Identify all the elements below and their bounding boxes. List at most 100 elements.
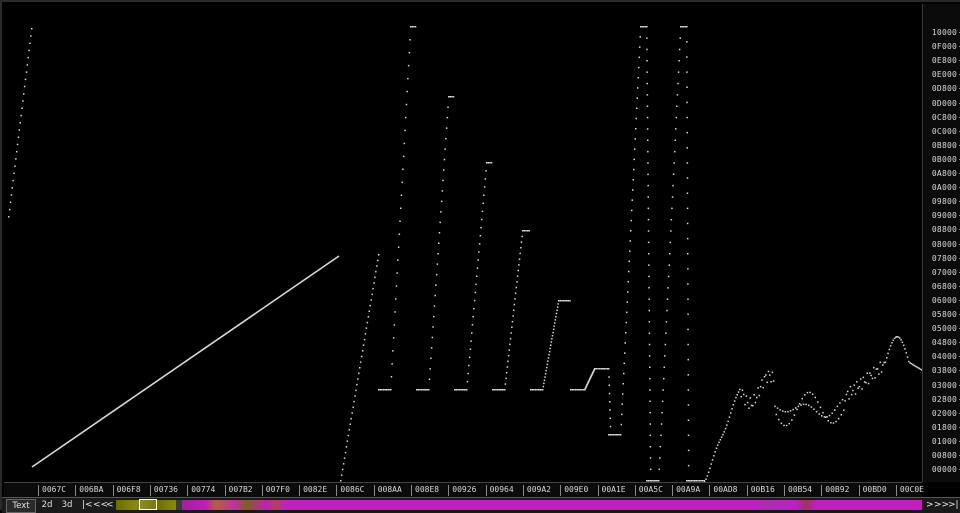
data-point: [571, 389, 574, 391]
nav-back-button[interactable]: <: [106, 499, 114, 511]
data-point: [648, 275, 650, 278]
data-point: [678, 60, 680, 62]
data-point: [422, 389, 424, 391]
data-point: [612, 434, 615, 436]
x-tick-label: 00B54: [784, 485, 812, 496]
data-point: [797, 405, 800, 408]
data-point: [507, 360, 509, 363]
2d-mode-button[interactable]: 2d: [38, 499, 56, 511]
data-point: [633, 158, 635, 161]
data-point: [648, 309, 650, 312]
data-point: [600, 368, 602, 370]
data-point: [647, 241, 650, 244]
data-point: [680, 26, 682, 28]
data-point: [379, 389, 382, 391]
data-point: [632, 189, 634, 191]
data-point: [395, 285, 398, 287]
y-tick-label: 07000: [931, 267, 960, 277]
data-point: [624, 352, 626, 354]
nav-forward-fast-button[interactable]: >>: [934, 499, 949, 511]
data-point: [763, 376, 766, 378]
y-tick-label: 09800: [931, 197, 960, 207]
data-point: [378, 254, 380, 256]
data-point: [856, 381, 858, 383]
x-tick-label: 0067C: [38, 485, 66, 496]
data-point: [556, 306, 559, 308]
data-point: [687, 374, 689, 376]
data-point: [687, 434, 690, 437]
data-point: [852, 389, 854, 392]
data-point: [648, 343, 651, 346]
data-point: [546, 366, 548, 369]
nav-forward-button[interactable]: >: [926, 499, 934, 511]
data-point: [441, 190, 444, 192]
data-point: [686, 26, 688, 28]
data-point: [745, 395, 748, 397]
overview-viewport-handle[interactable]: [139, 499, 157, 510]
y-tick-label: 09000: [931, 211, 960, 221]
file-overview-strip[interactable]: [116, 500, 922, 510]
data-point: [551, 335, 554, 337]
nav-first-button[interactable]: |<: [82, 499, 93, 511]
data-point: [827, 420, 829, 422]
data-point: [647, 173, 649, 176]
data-point: [451, 96, 453, 98]
data-point: [787, 410, 789, 413]
data-point: [405, 116, 407, 119]
data-point: [353, 400, 355, 403]
data-point: [489, 162, 491, 164]
3d-mode-button[interactable]: 3d: [58, 499, 76, 511]
data-point: [520, 241, 523, 243]
data-point: [486, 162, 488, 164]
data-point: [443, 169, 445, 171]
data-point: [626, 301, 628, 303]
data-point: [344, 451, 347, 454]
y-tick-label: 06000: [931, 295, 960, 305]
data-point: [349, 423, 351, 425]
data-point: [512, 315, 514, 317]
data-point: [376, 265, 378, 267]
data-point: [417, 389, 420, 391]
data-point: [686, 116, 688, 119]
data-point: [785, 424, 788, 427]
data-point: [813, 408, 815, 410]
data-point: [438, 232, 441, 234]
data-point: [772, 380, 775, 382]
data-point: [617, 434, 620, 436]
data-point: [513, 303, 516, 306]
data-point: [548, 350, 551, 353]
data-plot-area[interactable]: [4, 4, 922, 482]
data-point: [16, 150, 18, 153]
data-point: [15, 158, 17, 160]
data-point: [343, 457, 346, 459]
data-point: [608, 384, 610, 386]
data-point: [425, 389, 428, 391]
data-point: [620, 423, 622, 426]
y-tick-label: 00800: [931, 451, 960, 460]
data-point: [474, 291, 477, 294]
x-tick-label: 008AA: [373, 485, 402, 496]
data-point: [479, 235, 482, 237]
data-point: [900, 339, 902, 341]
data-point: [649, 366, 651, 368]
data-point: [409, 39, 411, 41]
nav-last-button[interactable]: >|: [948, 499, 959, 511]
data-point: [492, 389, 494, 391]
data-point: [874, 377, 876, 379]
data-point: [638, 56, 640, 59]
data-point: [769, 374, 771, 376]
data-point: [676, 105, 678, 107]
data-point: [509, 343, 511, 346]
data-point: [731, 408, 733, 410]
data-point: [649, 377, 651, 380]
data-point: [667, 275, 670, 278]
data-point: [792, 408, 794, 411]
x-axis[interactable]: 0067C 006BA 006F8 00736 00774 007B2 007F0 0082E…: [4, 482, 924, 498]
data-point: [686, 71, 688, 73]
data-point: [471, 324, 474, 326]
text-mode-button[interactable]: Text: [6, 499, 36, 513]
data-point: [676, 94, 679, 96]
data-point: [477, 259, 479, 261]
data-point: [30, 35, 32, 37]
data-point: [547, 360, 549, 362]
